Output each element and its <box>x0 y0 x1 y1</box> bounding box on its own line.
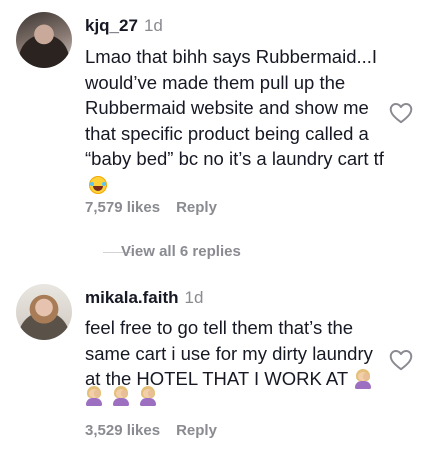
woman-facepalming-emoji <box>139 386 157 406</box>
comment-username[interactable]: kjq_27 <box>85 16 138 35</box>
heart-outline-icon[interactable] <box>388 100 414 126</box>
comment-text: feel free to go tell them that’s the sam… <box>85 317 373 389</box>
woman-facepalming-emoji <box>112 386 130 406</box>
comment-item: kjq_27 1d Lmao that bihh says Rubbermaid.… <box>0 0 424 240</box>
emoji-row <box>85 386 166 407</box>
woman-facepalming-emoji <box>354 369 372 389</box>
like-count: 7,579 likes <box>85 199 161 216</box>
woman-facepalming-emoji <box>85 386 103 406</box>
comment-text-block: feel free to go tell them that’s the sam… <box>85 315 385 392</box>
face-with-tears-of-joy-emoji <box>89 175 107 194</box>
avatar[interactable] <box>16 284 72 340</box>
view-replies-label: View all 6 replies <box>121 243 241 260</box>
reply-button[interactable]: Reply <box>176 422 217 439</box>
avatar[interactable] <box>16 12 72 68</box>
comment-time: 1d <box>143 16 163 35</box>
comment-header: mikala.faith 1d <box>85 287 203 309</box>
view-replies-button[interactable]: View all 6 replies <box>85 243 305 263</box>
comment-username[interactable]: mikala.faith <box>85 288 179 307</box>
reply-button[interactable]: Reply <box>176 199 217 216</box>
comment-time: 1d <box>184 288 204 307</box>
comment-actions: 7,579 likes Reply <box>85 199 217 216</box>
comment-text: Lmao that bihh says Rubbermaid...I would… <box>85 46 384 169</box>
like-count: 3,529 likes <box>85 422 161 439</box>
comment-actions: 3,529 likes Reply <box>85 422 217 439</box>
comment-item: mikala.faith 1d feel free to go tell them… <box>0 280 424 450</box>
heart-outline-icon[interactable] <box>388 347 414 373</box>
comment-header: kjq_27 1d <box>85 15 163 37</box>
comment-text-block: Lmao that bihh says Rubbermaid...I would… <box>85 44 385 197</box>
